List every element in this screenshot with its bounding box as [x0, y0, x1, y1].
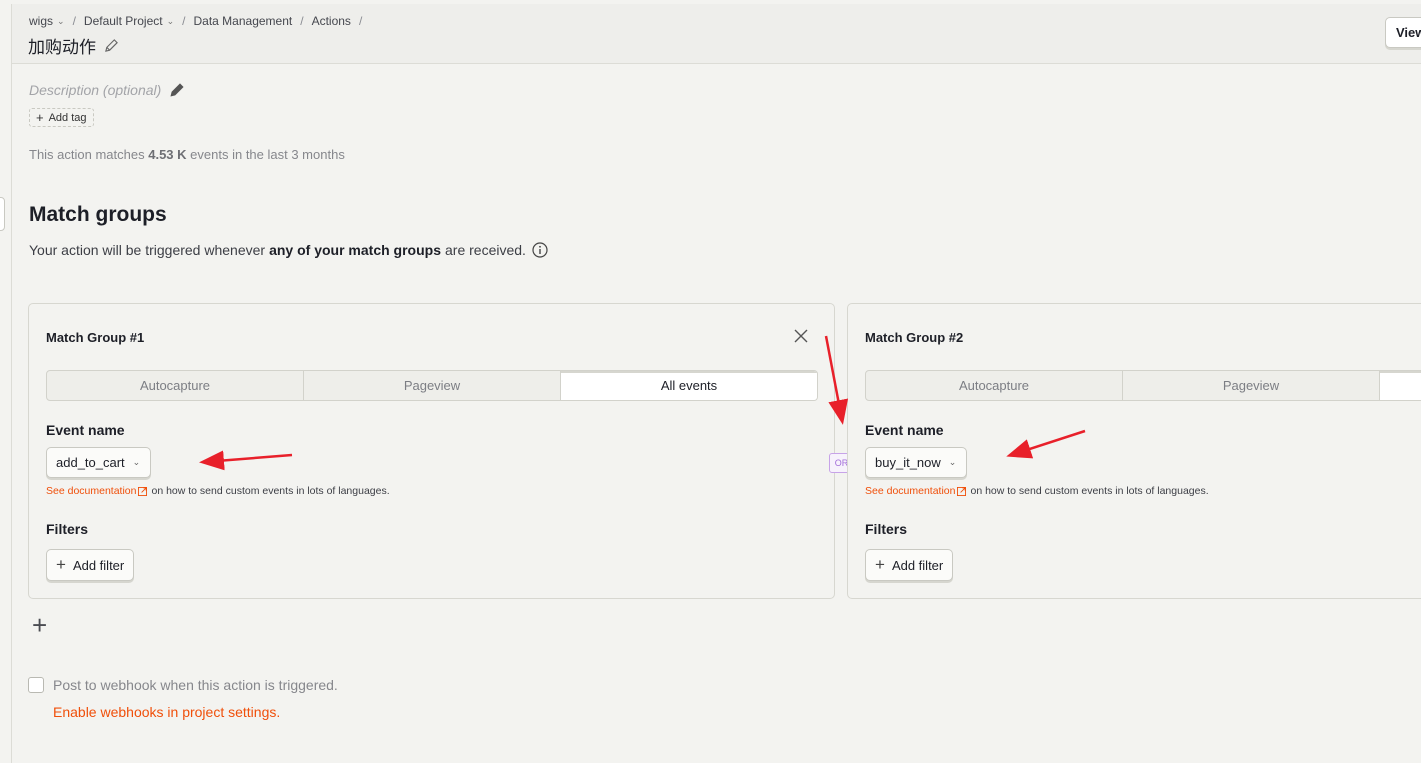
close-icon[interactable] [794, 329, 808, 343]
matches-summary: This action matches 4.53 K events in the… [29, 147, 345, 162]
pencil-icon[interactable] [104, 38, 119, 53]
matches-suffix: events in the last 3 months [190, 147, 345, 162]
event-name-value: buy_it_now [875, 455, 941, 470]
subtitle-prefix: Your action will be triggered whenever [29, 242, 266, 258]
top-header [12, 4, 1421, 64]
matches-prefix: This action matches [29, 147, 145, 162]
match-groups-heading: Match groups [29, 203, 167, 226]
documentation-link[interactable]: See documentation [865, 485, 955, 497]
add-tag-label: Add tag [48, 111, 87, 124]
documentation-hint-text: on how to send custom events in lots of … [970, 485, 1209, 497]
documentation-link[interactable]: See documentation [46, 485, 136, 497]
webhook-checkbox-label[interactable]: Post to webhook when this action is trig… [53, 677, 338, 693]
add-tag-button[interactable]: + Add tag [29, 108, 94, 127]
tab-pageview[interactable]: Pageview [304, 371, 561, 400]
webhook-checkbox[interactable] [28, 677, 44, 693]
tab-pageview[interactable]: Pageview [1123, 371, 1380, 400]
subtitle-bold: any of your match groups [269, 242, 441, 258]
chevron-down-icon: ⌄ [132, 457, 141, 467]
plus-icon: + [56, 555, 66, 574]
plus-icon: + [36, 110, 44, 125]
breadcrumb-separator: / [182, 14, 186, 28]
chevron-down-icon[interactable]: ⌄ [167, 16, 175, 27]
documentation-hint: See documentation on how to send custom … [865, 485, 1209, 497]
event-name-value: add_to_cart [56, 455, 125, 470]
description-field[interactable]: Description (optional) [29, 82, 185, 98]
match-groups-subtitle: Your action will be triggered whenever a… [29, 242, 548, 258]
tab-autocapture[interactable]: Autocapture [866, 371, 1123, 400]
event-name-select[interactable]: add_to_cart ⌄ [46, 447, 152, 478]
info-icon[interactable] [532, 242, 548, 258]
breadcrumb-separator: / [72, 14, 76, 28]
event-type-tabs: Autocapture Pageview All events [46, 370, 818, 401]
breadcrumb-org[interactable]: wigs [29, 14, 53, 28]
add-filter-label: Add filter [72, 557, 125, 573]
tab-autocapture[interactable]: Autocapture [47, 371, 304, 400]
add-filter-button[interactable]: + Add filter [46, 549, 135, 581]
chevron-down-icon[interactable]: ⌄ [57, 16, 65, 27]
match-group-title: Match Group #2 [865, 330, 964, 345]
external-link-icon[interactable] [957, 486, 967, 496]
pencil-icon[interactable] [169, 82, 185, 98]
match-group-title: Match Group #1 [46, 330, 145, 345]
event-name-label: Event name [46, 422, 125, 438]
plus-icon: + [875, 555, 885, 574]
chevron-down-icon: ⌄ [948, 457, 957, 467]
event-name-label: Event name [865, 422, 944, 438]
sidebar-collapse-handle[interactable] [0, 197, 5, 231]
tab-all-events[interactable]: All events [561, 371, 817, 400]
event-name-select[interactable]: buy_it_now ⌄ [865, 447, 968, 478]
enable-webhooks-link[interactable]: Enable webhooks in project settings. [53, 704, 280, 720]
breadcrumb-section[interactable]: Data Management [194, 14, 293, 28]
page-title: 加购动作 [28, 33, 119, 58]
description-placeholder[interactable]: Description (optional) [29, 82, 161, 98]
documentation-link-text[interactable]: See documentation [865, 485, 955, 497]
view-button[interactable]: View [1385, 17, 1421, 48]
documentation-link-text[interactable]: See documentation [46, 485, 136, 497]
add-match-group-button[interactable]: + [32, 612, 47, 638]
documentation-hint: See documentation on how to send custom … [46, 485, 390, 497]
breadcrumb-page[interactable]: Actions [312, 14, 351, 28]
add-filter-button[interactable]: + Add filter [865, 549, 954, 581]
tab-all-events[interactable] [1380, 371, 1421, 400]
match-group-1: Match Group #1 Autocapture Pageview All … [28, 303, 835, 599]
external-link-icon[interactable] [138, 486, 148, 496]
breadcrumb: wigs ⌄ / Default Project ⌄ / Data Manage… [29, 14, 370, 28]
matches-count: 4.53 K [148, 147, 187, 162]
match-group-2: Match Group #2 Autocapture Pageview Even… [847, 303, 1421, 599]
add-filter-label: Add filter [891, 557, 944, 573]
breadcrumb-separator: / [358, 14, 363, 28]
breadcrumb-separator: / [300, 14, 304, 28]
filters-label: Filters [865, 521, 908, 537]
webhook-option: Post to webhook when this action is trig… [28, 677, 338, 693]
event-type-tabs: Autocapture Pageview [865, 370, 1421, 401]
plus-icon[interactable]: + [32, 610, 47, 640]
filters-label: Filters [46, 521, 89, 537]
page-title-text[interactable]: 加购动作 [28, 33, 96, 58]
subtitle-suffix: are received. [445, 242, 526, 258]
breadcrumb-project[interactable]: Default Project [84, 14, 163, 28]
sidebar-divider [11, 4, 12, 763]
documentation-hint-text: on how to send custom events in lots of … [151, 485, 390, 497]
